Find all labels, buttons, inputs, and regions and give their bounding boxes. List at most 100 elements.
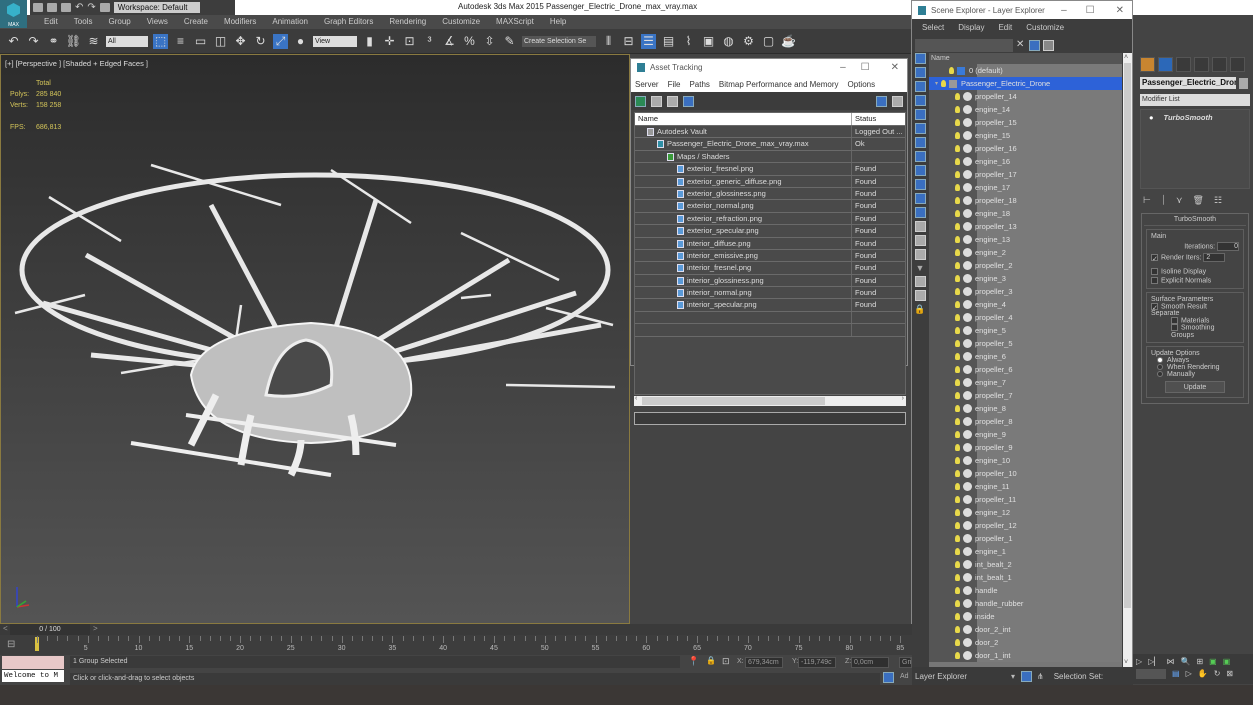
- asset-row[interactable]: exterior_glossiness.png Found: [635, 187, 905, 201]
- layer-explorer-icon[interactable]: ☰: [641, 33, 656, 49]
- asset-row[interactable]: Maps / Shaders: [635, 150, 905, 164]
- render-production-icon[interactable]: ☕: [781, 34, 796, 49]
- object-row[interactable]: engine_3: [929, 272, 1122, 285]
- object-row[interactable]: engine_9: [929, 428, 1122, 441]
- asset-row[interactable]: interior_emissive.png Found: [635, 249, 905, 263]
- object-visibility-icon[interactable]: [955, 119, 960, 126]
- object-visibility-icon[interactable]: [955, 262, 960, 269]
- object-visibility-icon[interactable]: [955, 210, 960, 217]
- update-button[interactable]: Update: [1165, 380, 1225, 393]
- align-icon[interactable]: ⊟: [621, 34, 636, 49]
- menu-rendering[interactable]: Rendering: [381, 15, 434, 29]
- smoothing-groups-checkbox[interactable]: [1171, 324, 1178, 332]
- object-row[interactable]: engine_5: [929, 324, 1122, 337]
- rendered-frame-icon[interactable]: ▢: [761, 34, 776, 49]
- object-row[interactable]: propeller_2: [929, 259, 1122, 272]
- object-visibility-icon[interactable]: [955, 249, 960, 256]
- object-row[interactable]: propeller_15: [929, 116, 1122, 129]
- layer-visibility-icon[interactable]: [941, 80, 946, 87]
- display-xrefs-icon[interactable]: [914, 151, 926, 162]
- object-color-swatch[interactable]: [1239, 77, 1248, 89]
- layer-visibility-icon[interactable]: [949, 67, 954, 74]
- next-key-icon[interactable]: ▷▏: [1148, 657, 1160, 666]
- column-header-name[interactable]: Name: [929, 53, 1122, 64]
- track-bar[interactable]: ⊟ 5 10 15 20 25 30 35 40 45 50 55 60 65 70 75 80 85: [0, 635, 912, 655]
- mirror-icon[interactable]: ⫴: [601, 34, 616, 49]
- object-row[interactable]: propeller_12: [929, 519, 1122, 532]
- object-visibility-icon[interactable]: [955, 158, 960, 165]
- close-icon[interactable]: ✕: [891, 62, 899, 73]
- menu-customize[interactable]: Customize: [434, 15, 488, 29]
- object-visibility-icon[interactable]: [955, 275, 960, 282]
- object-row[interactable]: engine_14: [929, 103, 1122, 116]
- object-visibility-icon[interactable]: [955, 314, 960, 321]
- object-visibility-icon[interactable]: [955, 392, 960, 399]
- minimize-icon[interactable]: –: [840, 62, 846, 73]
- explorer-type-dropdown[interactable]: Layer Explorer: [911, 672, 1011, 681]
- object-row[interactable]: propeller_17: [929, 168, 1122, 181]
- zoom-extents-icon[interactable]: ▣: [1209, 657, 1217, 666]
- iterations-spinner[interactable]: 0: [1217, 242, 1239, 251]
- context-help-icon[interactable]: [892, 95, 903, 107]
- object-row[interactable]: propeller_8: [929, 415, 1122, 428]
- asset-horizontal-scrollbar[interactable]: ‹ ›: [634, 395, 906, 406]
- remove-modifier-icon[interactable]: 🗑: [1193, 195, 1204, 206]
- display-all-icon[interactable]: [914, 221, 926, 232]
- explorer-menu-display[interactable]: Display: [958, 23, 984, 32]
- display-containers-icon[interactable]: [914, 179, 926, 190]
- object-row[interactable]: engine_8: [929, 402, 1122, 415]
- update-manually-radio[interactable]: [1157, 370, 1163, 377]
- mini-curve-editor-icon[interactable]: ⊟: [7, 639, 15, 650]
- create-tab-icon[interactable]: [1140, 57, 1155, 72]
- spinner-snap-icon[interactable]: ⇳: [482, 34, 497, 49]
- modifier-stack-item[interactable]: TurboSmooth: [1164, 113, 1213, 122]
- new-file-icon[interactable]: [33, 3, 43, 12]
- object-row[interactable]: propeller_9: [929, 441, 1122, 454]
- object-visibility-icon[interactable]: [955, 145, 960, 152]
- thumbnail-view-icon[interactable]: [667, 95, 678, 107]
- explorer-menu-edit[interactable]: Edit: [998, 23, 1012, 32]
- column-header-status[interactable]: Status: [852, 113, 876, 125]
- object-visibility-icon[interactable]: [955, 600, 960, 607]
- object-visibility-icon[interactable]: [955, 522, 960, 529]
- undo-icon[interactable]: ↶: [6, 34, 21, 49]
- object-visibility-icon[interactable]: [955, 483, 960, 490]
- render-setup-icon[interactable]: ⚙: [741, 34, 756, 49]
- asset-row[interactable]: exterior_fresnel.png Found: [635, 163, 905, 176]
- field-of-view-icon[interactable]: ▷: [1186, 669, 1192, 679]
- display-shapes-icon[interactable]: [914, 67, 926, 78]
- maximize-icon[interactable]: ☐: [1086, 5, 1095, 16]
- pan-icon[interactable]: ✋: [1198, 669, 1208, 679]
- object-visibility-icon[interactable]: [955, 327, 960, 334]
- table-view-icon[interactable]: [683, 95, 694, 107]
- display-children-icon[interactable]: [914, 290, 926, 301]
- object-visibility-icon[interactable]: [955, 366, 960, 373]
- selection-lock-icon[interactable]: 🔒: [706, 656, 716, 665]
- object-visibility-icon[interactable]: [955, 431, 960, 438]
- object-row[interactable]: engine_10: [929, 454, 1122, 467]
- menu-animation[interactable]: Animation: [264, 15, 316, 29]
- display-lights-icon[interactable]: [914, 81, 926, 92]
- explicit-normals-checkbox[interactable]: [1151, 277, 1158, 285]
- scene-explorer-titlebar[interactable]: Scene Explorer - Layer Explorer – ☐ ✕: [912, 1, 1132, 19]
- asset-menu-file[interactable]: File: [668, 80, 681, 89]
- object-row[interactable]: engine_6: [929, 350, 1122, 363]
- column-header-name[interactable]: Name: [635, 113, 852, 125]
- object-visibility-icon[interactable]: [955, 444, 960, 451]
- pivot-center-icon[interactable]: ▮: [362, 34, 377, 49]
- maximize-viewport-icon[interactable]: ⊠: [1226, 669, 1233, 679]
- display-geometry-icon[interactable]: [914, 53, 926, 64]
- asset-menu-options[interactable]: Options: [848, 80, 876, 89]
- object-visibility-icon[interactable]: [955, 301, 960, 308]
- selection-filter-dropdown[interactable]: All: [106, 35, 148, 47]
- zoom-extents-all-icon[interactable]: ▣: [1223, 657, 1231, 666]
- object-visibility-icon[interactable]: [955, 470, 960, 477]
- asset-tracking-titlebar[interactable]: Asset Tracking – ☐ ✕: [631, 59, 907, 76]
- object-visibility-icon[interactable]: [955, 418, 960, 425]
- configure-modifier-sets-icon[interactable]: ☷: [1214, 195, 1222, 206]
- object-visibility-icon[interactable]: [955, 353, 960, 360]
- redo-icon[interactable]: ↷: [87, 2, 95, 13]
- display-bones-icon[interactable]: [914, 165, 926, 176]
- display-spacewarps-icon[interactable]: [914, 123, 926, 134]
- adaptive-degradation-icon[interactable]: [883, 672, 894, 683]
